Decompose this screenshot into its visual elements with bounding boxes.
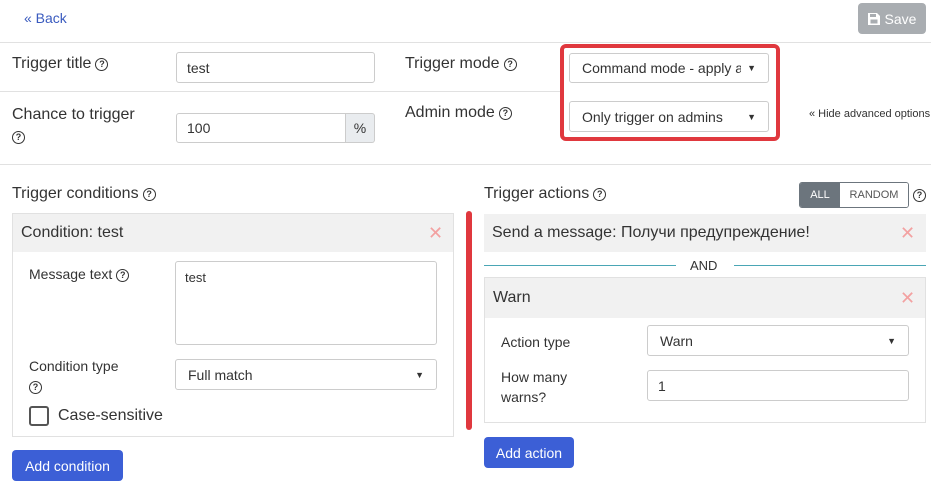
help-icon[interactable]: ? [12, 131, 25, 144]
trigger-title-label: Trigger title? [12, 55, 109, 73]
message-text-textarea[interactable]: test [175, 261, 437, 345]
action-type-label: Action type [501, 334, 571, 350]
row-divider [0, 91, 560, 92]
actions-mode-toggle: ALL RANDOM [799, 182, 909, 208]
chevron-down-icon: ▼ [887, 335, 896, 346]
and-divider-right [734, 265, 926, 266]
close-icon[interactable]: ✕ [428, 224, 443, 242]
highlight-bar [466, 211, 472, 430]
help-icon[interactable]: ? [95, 58, 109, 71]
warn-count-input[interactable]: 1 [647, 370, 909, 401]
action-header-send-message: Send a message: Получи предупреждение! [484, 214, 926, 252]
actions-title: Trigger actions? [484, 185, 607, 203]
condition-type-select[interactable]: Full match ▼ [175, 359, 437, 390]
help-icon[interactable]: ? [503, 58, 517, 71]
condition-type-value: Full match [188, 366, 253, 383]
toggle-random[interactable]: RANDOM [840, 183, 908, 207]
help-icon[interactable]: ? [142, 188, 156, 201]
how-many-label: How many warns? [501, 369, 568, 405]
add-action-button[interactable]: Add action [484, 437, 574, 468]
highlight-box [560, 44, 780, 141]
hide-advanced-link[interactable]: « Hide advanced options [809, 108, 931, 120]
and-separator: AND [690, 258, 718, 273]
toggle-all[interactable]: ALL [800, 183, 840, 207]
chance-input[interactable]: 100 [176, 113, 346, 143]
action-header-warn: Warn [485, 278, 925, 318]
and-divider-left [484, 265, 676, 266]
back-link[interactable]: « Back [24, 10, 67, 26]
close-icon[interactable]: ✕ [900, 224, 915, 242]
floppy-disk-icon [867, 12, 880, 25]
case-sensitive-checkbox[interactable] [29, 406, 49, 426]
trigger-mode-label: Trigger mode? [405, 55, 517, 73]
action-title: Send a message: Получи предупреждение! [492, 224, 810, 241]
section-divider [0, 164, 931, 165]
condition-type-label: Condition type ? [29, 358, 119, 394]
help-icon[interactable]: ? [913, 186, 926, 204]
header-divider [0, 42, 931, 43]
condition-title: Condition: test [21, 224, 124, 241]
conditions-title: Trigger conditions? [12, 185, 156, 203]
chance-label: Chance to trigger ? [12, 106, 135, 144]
help-icon[interactable]: ? [116, 269, 130, 282]
save-button[interactable]: Save [858, 3, 926, 34]
close-icon[interactable]: ✕ [900, 289, 915, 307]
help-icon[interactable]: ? [29, 381, 42, 394]
chevron-down-icon: ▼ [415, 369, 424, 380]
help-icon[interactable]: ? [593, 188, 607, 201]
admin-mode-label: Admin mode? [405, 104, 512, 122]
percent-addon: % [346, 113, 375, 143]
action-title: Warn [493, 289, 531, 306]
help-icon[interactable]: ? [498, 107, 512, 120]
case-sensitive-label: Case-sensitive [58, 407, 163, 424]
action-type-value: Warn [660, 332, 693, 349]
action-type-select[interactable]: Warn ▼ [647, 325, 909, 356]
message-text-label: Message text? [29, 266, 130, 282]
condition-header: Condition: test [13, 214, 453, 252]
add-condition-button[interactable]: Add condition [12, 450, 123, 481]
save-label: Save [884, 10, 917, 27]
trigger-title-input[interactable]: test [176, 52, 375, 83]
